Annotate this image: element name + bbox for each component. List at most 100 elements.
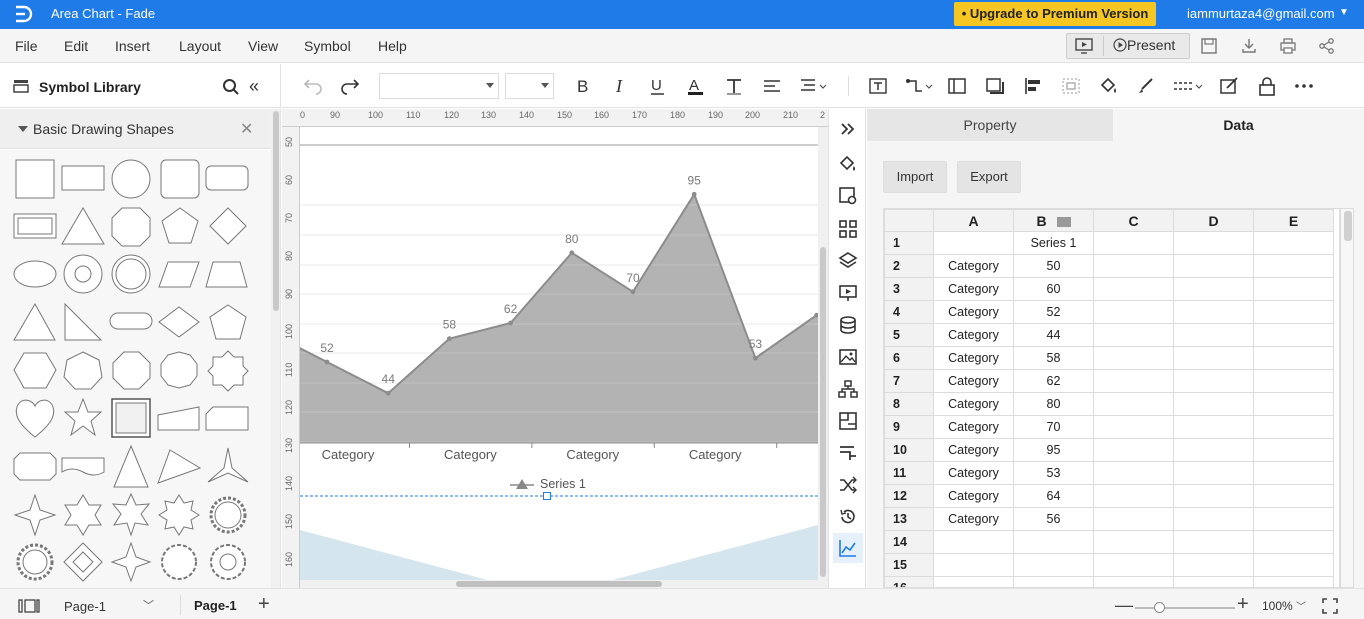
cell-d[interactable]: [1173, 415, 1254, 439]
cell-b[interactable]: 58: [1013, 346, 1094, 370]
close-icon[interactable]: ✕: [240, 119, 253, 139]
cell-c[interactable]: [1093, 300, 1174, 324]
shape-trapezoid[interactable]: [205, 261, 248, 288]
column-header-a[interactable]: A: [933, 209, 1014, 232]
zoom-in-icon[interactable]: +: [1237, 593, 1249, 616]
cell-a[interactable]: Category: [933, 254, 1014, 278]
layers-icon[interactable]: [838, 251, 858, 271]
search-icon[interactable]: [222, 78, 240, 96]
page-view-icon[interactable]: [18, 599, 40, 613]
download-icon[interactable]: [1240, 37, 1258, 55]
cell-b[interactable]: Series 1: [1013, 231, 1094, 255]
undo-icon[interactable]: [302, 76, 324, 96]
present-button[interactable]: Present: [1113, 37, 1175, 53]
import-button[interactable]: Import: [883, 161, 947, 193]
cell-e[interactable]: [1253, 323, 1334, 347]
row-header[interactable]: 12: [884, 484, 934, 508]
cell-a[interactable]: Category: [933, 438, 1014, 462]
column-header-b[interactable]: B: [1013, 209, 1094, 232]
cell-c[interactable]: [1093, 369, 1174, 393]
canvas-horizontal-scrollbar[interactable]: [300, 580, 818, 588]
cell-a[interactable]: [933, 553, 1014, 577]
shape-ellipse[interactable]: [13, 260, 57, 288]
org-chart-icon[interactable]: [838, 379, 858, 399]
bold-icon[interactable]: B: [572, 76, 594, 96]
cell-d[interactable]: [1173, 461, 1254, 485]
zoom-level[interactable]: 100%: [1262, 599, 1293, 613]
cell-e[interactable]: [1253, 415, 1334, 439]
cell-a[interactable]: Category: [933, 277, 1014, 301]
cell-c[interactable]: [1093, 553, 1174, 577]
cell-b[interactable]: 53: [1013, 461, 1094, 485]
tab-data[interactable]: Data: [1113, 109, 1364, 141]
cell-d[interactable]: [1173, 553, 1254, 577]
grid-shapes-icon[interactable]: [838, 219, 858, 239]
next-chart-area[interactable]: [300, 525, 818, 582]
floor-plan-icon[interactable]: [838, 411, 858, 431]
cell-c[interactable]: [1093, 530, 1174, 554]
row-header[interactable]: 6: [884, 346, 934, 370]
column-header-d[interactable]: D: [1173, 209, 1254, 232]
text-style-icon[interactable]: [723, 76, 745, 96]
cell-c[interactable]: [1093, 231, 1174, 255]
shape-star-7[interactable]: [111, 492, 151, 537]
data-point[interactable]: [691, 191, 697, 197]
shape-four-point-star[interactable]: [13, 493, 57, 537]
shape-rhombus[interactable]: [158, 306, 200, 338]
cell-b[interactable]: 44: [1013, 323, 1094, 347]
shadow-icon[interactable]: [984, 76, 1006, 96]
cell-e[interactable]: [1253, 254, 1334, 278]
menu-symbol[interactable]: Symbol: [304, 38, 351, 54]
cell-c[interactable]: [1093, 346, 1174, 370]
cell-d[interactable]: [1173, 530, 1254, 554]
database-icon[interactable]: [838, 315, 858, 335]
shape-rounded-rectangle[interactable]: [205, 165, 249, 191]
line-style-icon[interactable]: [1172, 76, 1204, 96]
menu-edit[interactable]: Edit: [64, 38, 88, 54]
cell-e[interactable]: [1253, 461, 1334, 485]
chevron-down-icon[interactable]: ﹀: [143, 597, 154, 613]
cell-c[interactable]: [1093, 507, 1174, 531]
cell-d[interactable]: [1173, 300, 1254, 324]
cell-a[interactable]: Category: [933, 323, 1014, 347]
group-icon[interactable]: [1060, 76, 1082, 96]
align-objects-icon[interactable]: [1022, 76, 1044, 96]
cell-e[interactable]: [1253, 553, 1334, 577]
cell-b[interactable]: 80: [1013, 392, 1094, 416]
row-header[interactable]: 5: [884, 323, 934, 347]
cell-d[interactable]: [1173, 323, 1254, 347]
expand-triangle-icon[interactable]: [18, 126, 28, 132]
cell-b[interactable]: 70: [1013, 415, 1094, 439]
export-button[interactable]: Export: [957, 161, 1021, 193]
add-page-icon[interactable]: +: [258, 593, 270, 616]
row-header[interactable]: 3: [884, 277, 934, 301]
lock-icon[interactable]: [1256, 76, 1278, 96]
style-settings-icon[interactable]: [838, 186, 858, 206]
italic-icon[interactable]: I: [610, 76, 632, 96]
cell-e[interactable]: [1253, 392, 1334, 416]
row-header[interactable]: 9: [884, 415, 934, 439]
cell-a[interactable]: [933, 231, 1014, 255]
shape-octagon-wide[interactable]: [13, 452, 57, 481]
font-color-icon[interactable]: A: [685, 76, 707, 96]
drawing-canvas[interactable]: 52 44 58 62 80 70 95 53 Category Category Category…: [300, 127, 818, 582]
row-header[interactable]: 4: [884, 300, 934, 324]
slideshow-icon[interactable]: [1075, 38, 1093, 54]
shape-capsule[interactable]: [109, 312, 153, 330]
fullscreen-icon[interactable]: [1322, 598, 1338, 614]
shape-compass-star[interactable]: [110, 541, 152, 583]
shape-wave-banner[interactable]: [61, 457, 105, 476]
shape-right-triangle[interactable]: [64, 302, 103, 341]
cell-a[interactable]: [933, 576, 1014, 587]
cell-e[interactable]: [1253, 231, 1334, 255]
library-scroll-thumb[interactable]: [273, 111, 279, 311]
cell-a[interactable]: Category: [933, 507, 1014, 531]
shape-heart[interactable]: [15, 399, 55, 438]
data-point[interactable]: [508, 320, 513, 326]
cell-b[interactable]: [1013, 576, 1094, 587]
cell-d[interactable]: [1173, 392, 1254, 416]
cell-a[interactable]: Category: [933, 369, 1014, 393]
cell-c[interactable]: [1093, 438, 1174, 462]
cell-e[interactable]: [1253, 576, 1334, 587]
zoom-slider-track[interactable]: [1135, 607, 1235, 609]
